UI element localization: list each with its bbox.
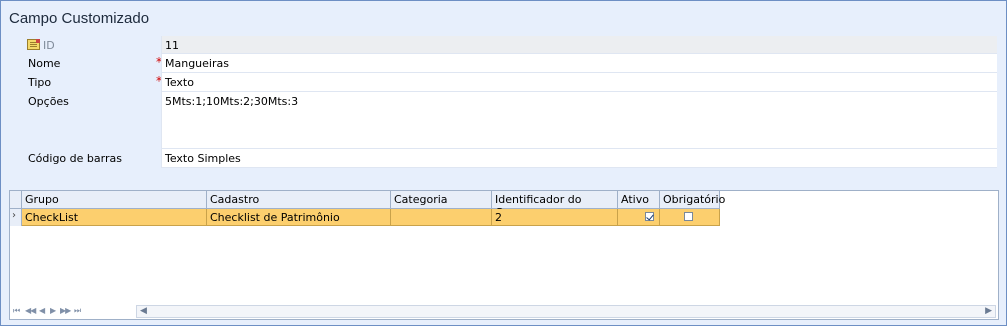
col-cadastro[interactable]: Cadastro: [207, 191, 391, 208]
cell-cadastro[interactable]: Checklist de Patrimônio: [207, 209, 391, 226]
horizontal-scrollbar[interactable]: ◀ ▶: [136, 305, 996, 318]
nome-input[interactable]: Mangueiras: [161, 54, 997, 73]
grid-header: Grupo Cadastro Categoria Identificador d…: [10, 191, 725, 219]
codigo-barras-select[interactable]: Texto Simples: [161, 149, 997, 168]
tipo-label: Tipo: [28, 76, 52, 89]
nav-prev-button[interactable]: ◀: [39, 306, 45, 315]
cell-ativo: [618, 209, 660, 226]
id-key-icon: [27, 39, 40, 50]
opcoes-textarea[interactable]: 5Mts:1;10Mts:2;30Mts:3: [161, 92, 997, 149]
tipo-select[interactable]: Texto: [161, 73, 997, 92]
codigo-barras-label: Código de barras: [28, 152, 122, 165]
groups-grid: Grupo Cadastro Categoria Identificador d…: [9, 190, 999, 320]
col-obrigatorio[interactable]: Obrigatório: [660, 191, 725, 208]
col-ativo[interactable]: Ativo: [618, 191, 660, 208]
scroll-left-icon[interactable]: ◀: [140, 306, 147, 316]
cell-categoria[interactable]: [391, 209, 492, 226]
nav-next-page-button[interactable]: ▶▶: [60, 306, 71, 315]
tipo-row: Tipo * Texto: [13, 73, 997, 92]
col-categoria[interactable]: Categoria: [391, 191, 492, 208]
table-row[interactable]: › CheckList Checklist de Patrimônio 2: [10, 209, 720, 226]
grid-navigator: ⏮ ◀◀ ◀ ▶ ▶▶ ⏭: [10, 305, 136, 319]
col-identificador[interactable]: Identificador do Campo: [492, 191, 618, 219]
nav-prev-page-button[interactable]: ◀◀: [25, 306, 36, 315]
cell-grupo[interactable]: CheckList: [22, 209, 207, 226]
custom-field-window: Campo Customizado ID 11 Nome * Mangueira…: [0, 0, 1007, 326]
row-indicator: ›: [10, 209, 22, 226]
opcoes-label: Opções: [28, 95, 69, 108]
cell-identificador[interactable]: 2: [492, 209, 618, 226]
nome-row: Nome * Mangueiras: [13, 54, 997, 73]
nome-label: Nome: [28, 57, 61, 70]
window-title: Campo Customizado: [9, 10, 150, 27]
cell-obrigatorio: [660, 209, 720, 226]
nav-next-button[interactable]: ▶: [50, 306, 56, 315]
ativo-checkbox[interactable]: [645, 212, 654, 221]
id-field: 11: [161, 36, 997, 54]
nav-first-button[interactable]: ⏮: [13, 306, 20, 316]
obrigatorio-checkbox[interactable]: [684, 212, 693, 221]
col-grupo[interactable]: Grupo: [22, 191, 207, 208]
nav-last-button[interactable]: ⏭: [74, 306, 81, 316]
id-label: ID: [43, 39, 55, 52]
opcoes-row: Opções 5Mts:1;10Mts:2;30Mts:3: [13, 92, 997, 149]
codigo-barras-row: Código de barras Texto Simples: [13, 149, 997, 168]
id-row: ID 11: [13, 36, 997, 54]
scroll-right-icon[interactable]: ▶: [985, 306, 992, 316]
